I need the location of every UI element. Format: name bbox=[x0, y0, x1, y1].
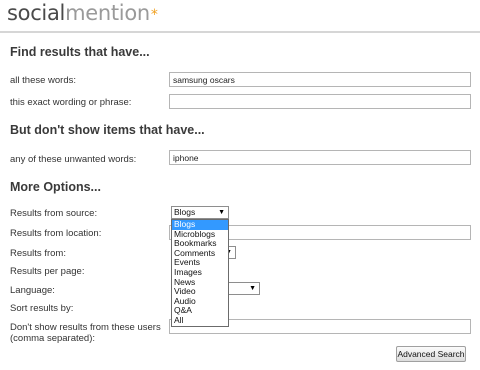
advanced-search-button[interactable]: Advanced Search bbox=[396, 346, 466, 362]
logo-text-social: social bbox=[7, 1, 66, 25]
exclude-users-label-line2: (comma separated): bbox=[10, 333, 96, 344]
section-heading-more-options: More Options... bbox=[10, 180, 101, 194]
exact-phrase-label: this exact wording or phrase: bbox=[10, 97, 132, 108]
header-divider bbox=[0, 31, 480, 33]
unwanted-words-label: any of these unwanted words: bbox=[10, 154, 137, 165]
all-words-label: all these words: bbox=[10, 75, 77, 86]
results-per-page-label: Results per page: bbox=[10, 266, 85, 277]
results-from-label: Results from: bbox=[10, 248, 66, 259]
exclude-users-label-line1: Don't show results from these users bbox=[10, 322, 161, 333]
exclude-users-label: Don't show results from these users (com… bbox=[10, 322, 161, 344]
chevron-down-icon: ▼ bbox=[249, 285, 256, 292]
section-heading-find: Find results that have... bbox=[10, 45, 150, 59]
sort-label: Sort results by: bbox=[10, 303, 74, 314]
language-label: Language: bbox=[10, 285, 55, 296]
source-label: Results from source: bbox=[10, 208, 98, 219]
location-label: Results from location: bbox=[10, 228, 102, 239]
source-select[interactable]: Blogs ▼ bbox=[171, 206, 229, 219]
logo-star-icon: * bbox=[150, 7, 158, 23]
source-select-value: Blogs bbox=[174, 207, 196, 217]
chevron-down-icon: ▼ bbox=[218, 209, 225, 216]
exact-phrase-input[interactable] bbox=[169, 94, 471, 109]
logo-text-mention: mention bbox=[65, 1, 150, 25]
source-dropdown-list[interactable]: Blogs Microblogs Bookmarks Comments Even… bbox=[171, 219, 229, 327]
section-heading-exclude: But don't show items that have... bbox=[10, 123, 205, 137]
unwanted-words-input[interactable]: iphone bbox=[169, 150, 471, 165]
socialmention-logo[interactable]: socialmention* bbox=[7, 0, 158, 26]
dropdown-option-all[interactable]: All bbox=[172, 315, 228, 326]
all-words-input[interactable]: samsung oscars bbox=[169, 72, 471, 87]
